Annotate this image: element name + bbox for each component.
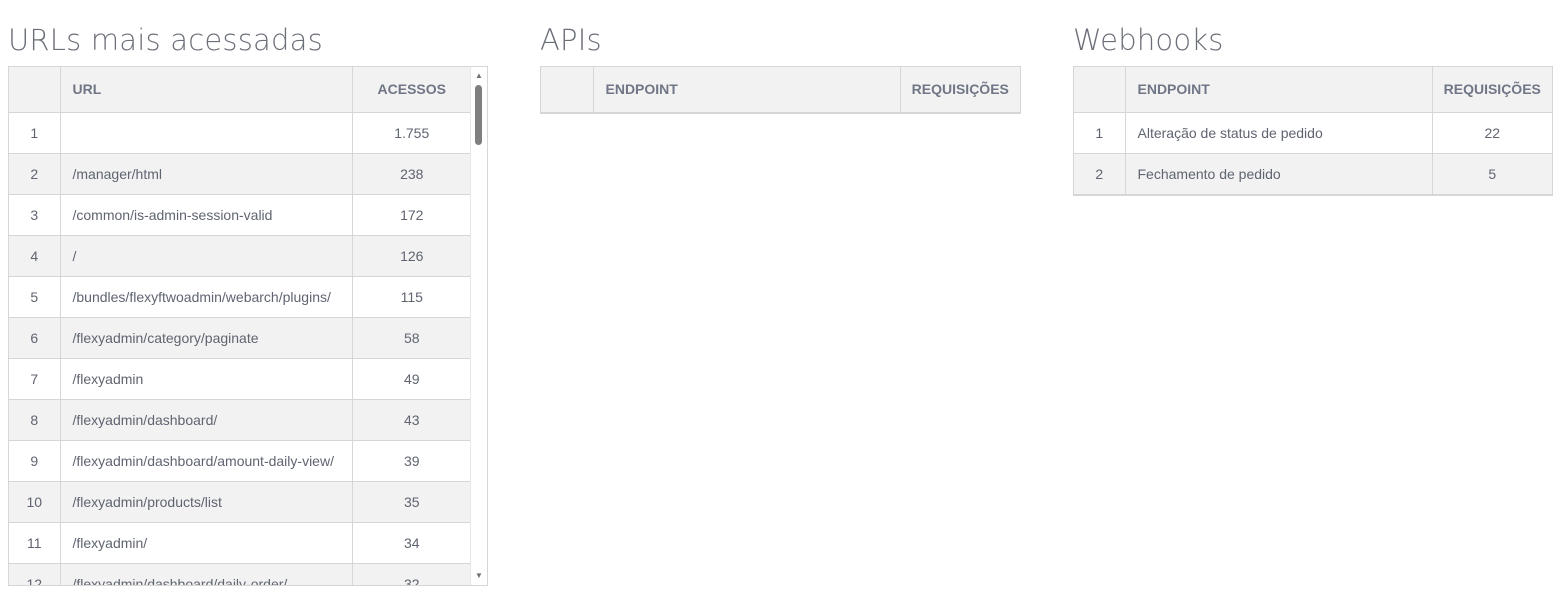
row-value-cell: 126 (352, 235, 471, 277)
row-value-cell: 22 (1432, 112, 1552, 154)
table-row[interactable]: 2 Fechamento de pedido 5 (1074, 153, 1552, 195)
scroll-thumb[interactable] (475, 85, 482, 145)
row-index-cell: 1 (1074, 112, 1126, 154)
row-value-cell: 49 (352, 358, 471, 400)
table-row[interactable]: 10/flexyadmin/products/list 35 (9, 481, 471, 523)
table-row[interactable]: 3/common/is-admin-session-valid 172 (9, 194, 471, 236)
row-text-cell: /flexyadmin/ (60, 522, 353, 564)
apis-header-row: ENDPOINT REQUISIÇÕES (541, 67, 1020, 113)
row-text-cell (60, 112, 353, 154)
row-index-cell: 6 (9, 317, 61, 359)
row-text-cell: /common/is-admin-session-valid (60, 194, 353, 236)
webhooks-title: Webhooks (1073, 23, 1224, 57)
row-value-cell: 172 (352, 194, 471, 236)
webhooks-header-requests[interactable]: REQUISIÇÕES (1432, 67, 1552, 113)
row-value-cell: 5 (1432, 153, 1552, 195)
scroll-down-arrow-icon[interactable]: ▼ (471, 569, 487, 583)
row-value-cell: 1.755 (352, 112, 471, 154)
apis-header-requests[interactable]: REQUISIÇÕES (900, 67, 1020, 113)
table-row[interactable]: 6/flexyadmin/category/paginate 58 (9, 317, 471, 359)
apis-title: APIs (540, 23, 602, 57)
row-text-cell: / (60, 235, 353, 277)
row-index-cell: 10 (9, 481, 61, 523)
urls-scrollbar[interactable]: ▲ ▼ (470, 67, 487, 585)
urls-header-count[interactable]: ACESSOS (352, 67, 471, 113)
webhooks-table-body: 1 Alteração de status de pedido 22 2 Fechame… (1074, 112, 1552, 195)
scroll-up-arrow-icon[interactable]: ▲ (471, 69, 487, 83)
row-index-cell: 7 (9, 358, 61, 400)
webhooks-table-container: ENDPOINT REQUISIÇÕES 1 Alteração de statu… (1073, 66, 1553, 196)
apis-header-endpoint[interactable]: ENDPOINT (593, 67, 901, 113)
table-row[interactable]: 4/126 (9, 235, 471, 277)
table-row[interactable]: 5/bundles/flexyftwoadmin/webarch/plugins… (9, 276, 471, 318)
row-index-cell: 4 (9, 235, 61, 277)
apis-table: ENDPOINT REQUISIÇÕES (541, 67, 1020, 113)
urls-table-container[interactable]: URL ACESSOS 1 1.755 2/manager/html 238 3/com… (8, 66, 488, 586)
row-value-cell: 34 (352, 522, 471, 564)
apis-header-index (541, 67, 594, 113)
urls-scroll-area[interactable]: URL ACESSOS 1 1.755 2/manager/html 238 3/com… (9, 67, 471, 585)
row-value-cell: 115 (352, 276, 471, 318)
row-index-cell: 1 (9, 112, 61, 154)
urls-header-row: URL ACESSOS (9, 67, 471, 113)
row-text-cell: /flexyadmin/dashboard/daily-order/ (60, 563, 353, 585)
urls-title: URLs mais acessadas (8, 23, 323, 57)
table-row[interactable]: 12/flexyadmin/dashboard/daily-order/32 (9, 563, 471, 585)
row-value-cell: 238 (352, 153, 471, 195)
webhooks-table: ENDPOINT REQUISIÇÕES 1 Alteração de statu… (1074, 67, 1552, 195)
row-index-cell: 9 (9, 440, 61, 482)
row-text-cell: /flexyadmin/products/list (60, 481, 353, 523)
row-index-cell: 2 (1074, 153, 1126, 195)
row-text-cell: /flexyadmin/dashboard/ (60, 399, 353, 441)
row-index-cell: 12 (9, 563, 61, 585)
row-value-cell: 32 (352, 563, 471, 585)
row-text-cell: /flexyadmin/category/paginate (60, 317, 353, 359)
table-row[interactable]: 11/flexyadmin/34 (9, 522, 471, 564)
webhooks-header-row: ENDPOINT REQUISIÇÕES (1074, 67, 1552, 113)
urls-table: URL ACESSOS 1 1.755 2/manager/html 238 3/com… (9, 67, 471, 585)
row-value-cell: 39 (352, 440, 471, 482)
urls-table-body: 1 1.755 2/manager/html 238 3/common/is-admin… (9, 112, 471, 585)
urls-header-index (9, 67, 61, 113)
row-index-cell: 2 (9, 153, 61, 195)
row-index-cell: 5 (9, 276, 61, 318)
row-text-cell: /manager/html (60, 153, 353, 195)
row-text-cell: /flexyadmin (60, 358, 353, 400)
apis-table-container: ENDPOINT REQUISIÇÕES (540, 66, 1021, 114)
row-text-cell: Fechamento de pedido (1125, 153, 1433, 195)
row-text-cell: /bundles/flexyftwoadmin/webarch/plugins/ (60, 276, 353, 318)
row-value-cell: 35 (352, 481, 471, 523)
table-row[interactable]: 8/flexyadmin/dashboard/43 (9, 399, 471, 441)
row-index-cell: 11 (9, 522, 61, 564)
row-text-cell: /flexyadmin/dashboard/amount-daily-view/ (60, 440, 353, 482)
urls-header-url[interactable]: URL (60, 67, 353, 113)
row-value-cell: 43 (352, 399, 471, 441)
row-index-cell: 8 (9, 399, 61, 441)
table-row[interactable]: 7/flexyadmin 49 (9, 358, 471, 400)
webhooks-header-index (1074, 67, 1126, 113)
table-row[interactable]: 2/manager/html 238 (9, 153, 471, 195)
row-value-cell: 58 (352, 317, 471, 359)
row-text-cell: Alteração de status de pedido (1125, 112, 1433, 154)
row-index-cell: 3 (9, 194, 61, 236)
table-row[interactable]: 9/flexyadmin/dashboard/amount-daily-view… (9, 440, 471, 482)
table-row[interactable]: 1 1.755 (9, 112, 471, 154)
webhooks-header-endpoint[interactable]: ENDPOINT (1125, 67, 1433, 113)
table-row[interactable]: 1 Alteração de status de pedido 22 (1074, 112, 1552, 154)
